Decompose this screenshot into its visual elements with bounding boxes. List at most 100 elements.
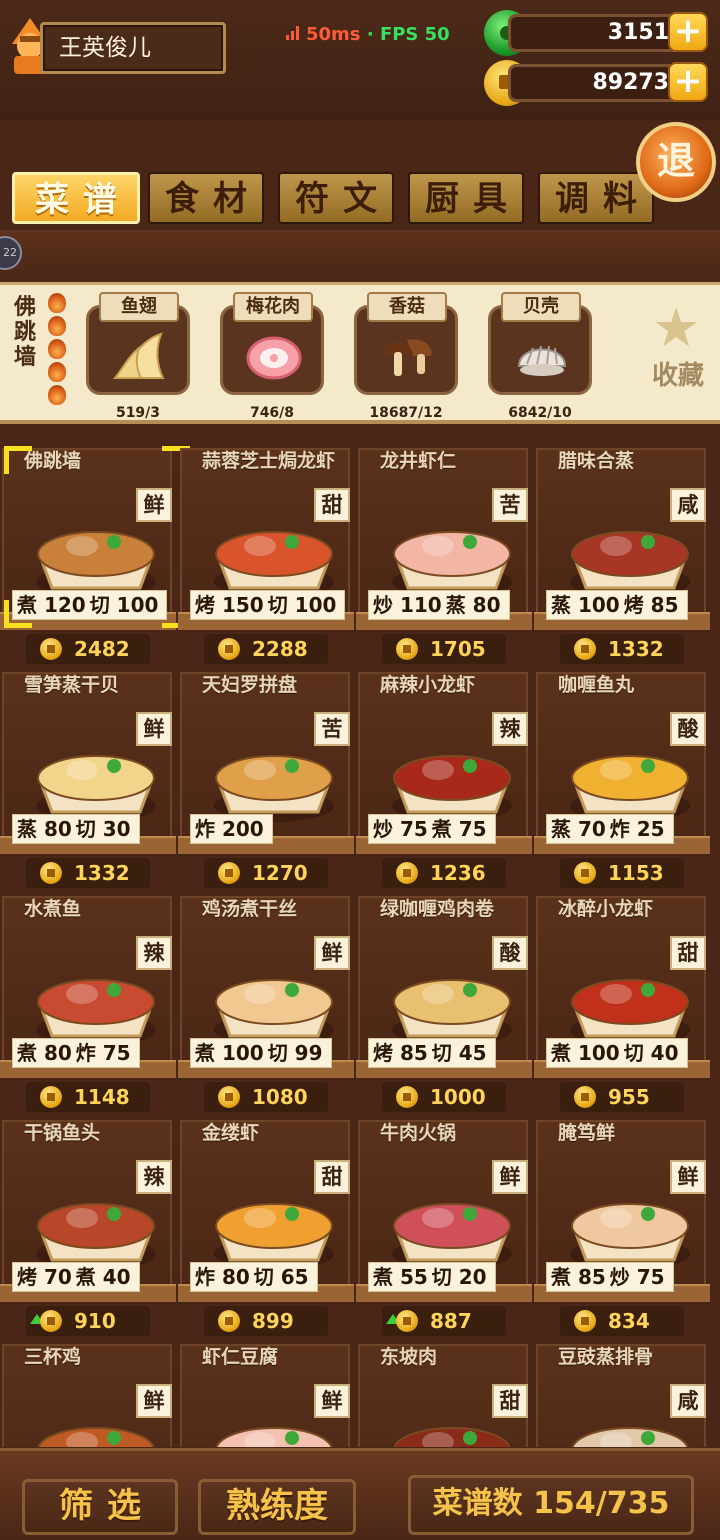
tab-cookware[interactable]: 厨具	[408, 172, 524, 224]
skill-requirement: 煮 100	[551, 1041, 620, 1065]
recipe-name: 麻辣小龙虾	[380, 674, 476, 696]
skill-requirement: 炸 200	[195, 817, 264, 841]
recipe-card[interactable]: 雪笋蒸干贝鲜蒸 80 切 30 1332	[0, 666, 176, 890]
filter-button[interactable]: 筛选	[22, 1479, 178, 1535]
player-name[interactable]: 王英俊儿	[40, 22, 226, 74]
flavor-badge: 鲜	[136, 488, 172, 522]
skill-requirement: 切 100	[89, 593, 159, 617]
recipe-card[interactable]: 龙井虾仁苦炒 110 蒸 80 1705	[356, 442, 532, 666]
skill-requirement: 切 20	[431, 1265, 487, 1289]
recipe-card[interactable]: 腊味合蒸咸蒸 100 烤 85 1332	[534, 442, 710, 666]
price-tag: 910	[26, 1306, 150, 1336]
recipe-name: 三杯鸡	[24, 1346, 82, 1368]
price-tag: 1332	[26, 858, 150, 888]
recipe-card[interactable]: 牛肉火锅鲜煮 55 切 20 887	[356, 1114, 532, 1338]
recipe-card[interactable]: 三杯鸡鲜	[0, 1338, 176, 1447]
add-jade-button[interactable]: +	[668, 12, 708, 52]
recipe-card[interactable]: 水煮鱼辣煮 80 炸 75 1148	[0, 890, 176, 1114]
price-value: 1153	[608, 861, 664, 885]
skill-requirement: 切 65	[253, 1265, 309, 1289]
skill-requirements: 蒸 100 烤 85	[546, 590, 688, 620]
flame-star-icon	[48, 385, 66, 405]
coin-icon	[40, 638, 62, 660]
skill-requirements: 煮 80 炸 75	[12, 1038, 140, 1068]
recipe-name: 牛肉火锅	[380, 1122, 457, 1144]
recipe-card[interactable]: 绿咖喱鸡肉卷酸烤 85 切 45 1000	[356, 890, 532, 1114]
recipe-card[interactable]: 豆豉蒸排骨咸	[534, 1338, 710, 1447]
bottom-bar: 筛选 熟练度 菜谱数 154/735	[0, 1448, 720, 1540]
pork-icon	[246, 336, 302, 380]
tab-ingredients[interactable]: 食材	[148, 172, 264, 224]
add-coins-button[interactable]: +	[668, 62, 708, 102]
skill-requirement: 烤 70	[17, 1265, 72, 1289]
skill-requirements: 煮 100 切 99	[190, 1038, 332, 1068]
recipe-card[interactable]: 冰醉小龙虾甜煮 100 切 40 955	[534, 890, 710, 1114]
skill-requirements: 炒 110 蒸 80	[368, 590, 510, 620]
recipe-card[interactable]: 腌笃鲜鲜煮 85 炒 75 834	[534, 1114, 710, 1338]
recipe-card[interactable]: 佛跳墙鲜煮 120 切 100 2482	[0, 442, 190, 666]
price-tag: 1148	[26, 1082, 150, 1112]
coin-icon	[574, 638, 596, 660]
skill-requirement: 蒸 100	[551, 593, 620, 617]
flavor-badge: 鲜	[314, 1384, 350, 1418]
skill-requirement: 炸 80	[195, 1265, 250, 1289]
skill-requirement: 蒸 80	[445, 593, 501, 617]
skill-requirements: 煮 100 切 40	[546, 1038, 688, 1068]
mastery-sort-button[interactable]: 熟练度	[198, 1479, 356, 1535]
price-tag: 899	[204, 1306, 328, 1336]
ingredient-name: 香菇	[367, 292, 447, 322]
coin-icon	[396, 1086, 418, 1108]
price-value: 2288	[252, 637, 308, 661]
price-value: 1236	[430, 861, 486, 885]
coin-icon	[396, 1310, 418, 1332]
favorite-label[interactable]: 收藏	[652, 355, 704, 392]
recipe-name: 虾仁豆腐	[202, 1346, 279, 1368]
recipe-card[interactable]: 咖喱鱼丸酸蒸 70 炸 25 1153	[534, 666, 710, 890]
recipe-card[interactable]: 天妇罗拼盘苦炸 200 1270	[178, 666, 354, 890]
recipe-card[interactable]: 鸡汤煮干丝鲜煮 100 切 99 1080	[178, 890, 354, 1114]
price-tag: 2482	[26, 634, 150, 664]
ingredient-name: 贝壳	[501, 292, 581, 322]
flavor-badge: 甜	[314, 488, 350, 522]
shark-fin-icon	[112, 332, 165, 379]
ingredient-card[interactable]: 梅花肉	[220, 292, 324, 395]
skill-requirement: 炸 75	[75, 1041, 131, 1065]
tab-recipes[interactable]: 菜谱	[12, 172, 140, 224]
exit-button[interactable]: 退	[636, 122, 716, 202]
difficulty-stars	[48, 293, 68, 408]
price-value: 1080	[252, 1085, 308, 1109]
skill-requirement: 切 40	[623, 1041, 679, 1065]
recipe-name: 蒜蓉芝士焗龙虾	[202, 450, 336, 472]
category-tabs: 菜谱 食材 符文 厨具 调料	[0, 164, 720, 228]
price-tag: 955	[560, 1082, 684, 1112]
flavor-badge: 鲜	[314, 936, 350, 970]
recipe-card[interactable]: 蒜蓉芝士焗龙虾甜烤 150 切 100 2288	[178, 442, 354, 666]
recipe-card[interactable]: 干锅鱼头辣烤 70 煮 40 910	[0, 1114, 176, 1338]
recipe-card[interactable]: 麻辣小龙虾辣炒 75 煮 75 1236	[356, 666, 532, 890]
recipe-card[interactable]: 虾仁豆腐鲜	[178, 1338, 354, 1447]
price-tag: 834	[560, 1306, 684, 1336]
ingredient-card[interactable]: 香菇	[354, 292, 458, 395]
favorite-star-icon[interactable]: ★	[652, 301, 700, 355]
tab-seasoning[interactable]: 调料	[538, 172, 654, 224]
flame-star-icon	[48, 316, 66, 336]
skill-requirement: 切 45	[431, 1041, 487, 1065]
recipe-name: 冰醉小龙虾	[558, 898, 654, 920]
flavor-badge: 鲜	[136, 712, 172, 746]
flavor-badge: 甜	[314, 1160, 350, 1194]
skill-requirements: 烤 85 切 45	[368, 1038, 496, 1068]
skill-requirements: 蒸 80 切 30	[12, 814, 140, 844]
price-tag: 2288	[204, 634, 328, 664]
recipe-name: 佛跳墙	[24, 450, 82, 472]
ingredient-card[interactable]: 贝壳	[488, 292, 592, 395]
recipe-name: 腊味合蒸	[558, 450, 635, 472]
coin-icon	[40, 862, 62, 884]
recipe-card[interactable]: 金缕虾甜炸 80 切 65 899	[178, 1114, 354, 1338]
price-tag: 887	[382, 1306, 506, 1336]
ingredient-card[interactable]: 鱼翅	[86, 292, 190, 395]
recipe-card[interactable]: 东坡肉甜	[356, 1338, 532, 1447]
flavor-badge: 酸	[670, 712, 706, 746]
divider-bar	[0, 230, 720, 282]
tab-runes[interactable]: 符文	[278, 172, 394, 224]
coin-icon	[574, 1310, 596, 1332]
